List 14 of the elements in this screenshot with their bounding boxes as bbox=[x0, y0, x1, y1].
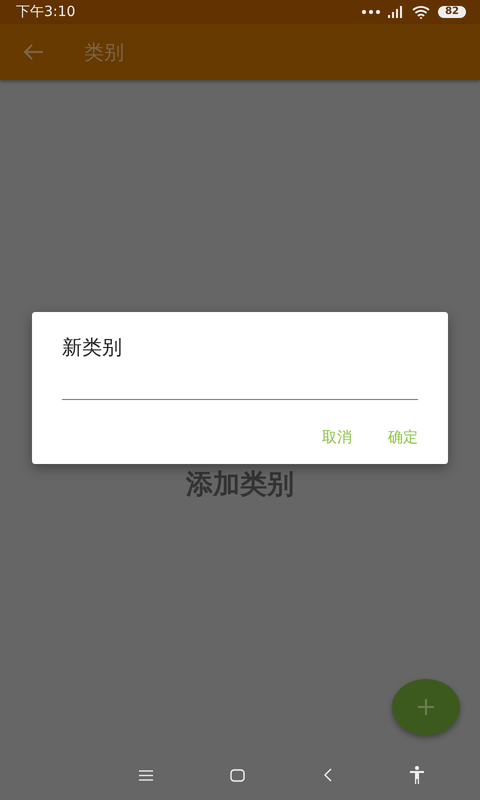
confirm-button[interactable]: 确定 bbox=[374, 422, 432, 453]
page-title: 类别 bbox=[84, 38, 124, 66]
cancel-button[interactable]: 取消 bbox=[308, 422, 366, 453]
plus-icon bbox=[417, 698, 435, 716]
status-time: 下午3:10 bbox=[16, 3, 76, 21]
wifi-icon bbox=[412, 6, 430, 18]
accessibility-icon[interactable] bbox=[409, 766, 426, 784]
menu-icon[interactable] bbox=[138, 770, 153, 780]
battery-level: 82 bbox=[438, 6, 466, 18]
more-dots-icon bbox=[362, 10, 380, 14]
back-chevron-icon[interactable] bbox=[322, 768, 332, 782]
home-square-icon[interactable] bbox=[230, 768, 246, 782]
signal-icon bbox=[388, 6, 404, 18]
dialog-title: 新类别 bbox=[62, 334, 123, 361]
